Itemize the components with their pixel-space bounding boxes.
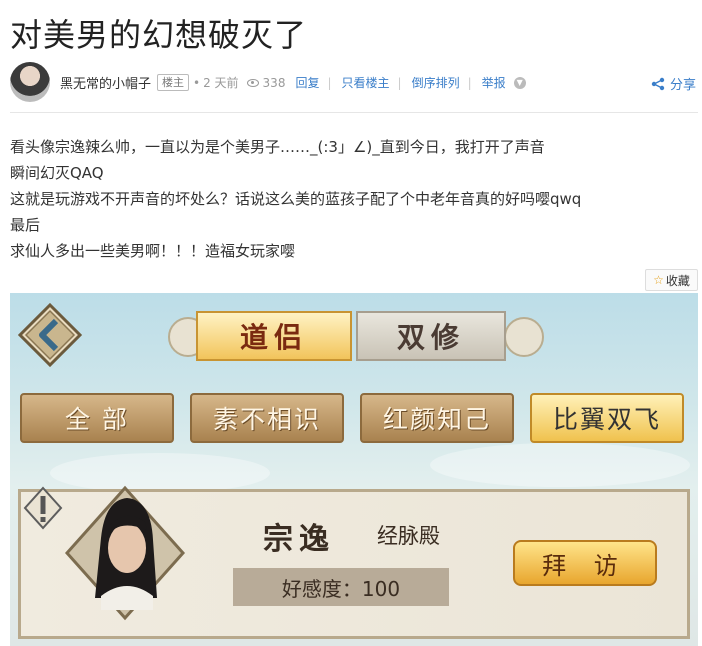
content-line: 最后 bbox=[10, 216, 41, 234]
reply-link[interactable]: 回复 bbox=[295, 74, 319, 91]
report-link[interactable]: 举报 bbox=[482, 74, 506, 91]
tab-wing-decoration bbox=[504, 317, 544, 357]
exclamation-icon[interactable] bbox=[23, 486, 63, 530]
character-card: 宗逸 经脉殿 好感度：100 拜 访 bbox=[18, 485, 690, 639]
filter-soulmates-button[interactable]: 比翼双飞 bbox=[530, 393, 684, 443]
filter-confidants-button[interactable]: 红颜知己 bbox=[360, 393, 514, 443]
character-sect: 经脉殿 bbox=[377, 524, 440, 548]
share-icon bbox=[651, 77, 665, 90]
game-screenshot: 道侣 双修 全 部 素不相识 红颜知己 比翼双飞 宗逸 经脉殿 好感度：100 … bbox=[10, 293, 698, 646]
favorite-button[interactable]: ☆ 收藏 bbox=[645, 269, 698, 291]
post-title: 对美男的幻想破灭了 bbox=[10, 16, 308, 54]
author-name[interactable]: 黑无常的小帽子 bbox=[60, 73, 151, 92]
content-line: 看头像宗逸辣么帅，一直以为是个美男子……_(:3」∠)_直到今日，我打开了声音 bbox=[10, 138, 545, 156]
avatar[interactable] bbox=[10, 62, 50, 102]
filter-strangers-button[interactable]: 素不相识 bbox=[190, 393, 344, 443]
tab-bar: 道侣 双修 bbox=[168, 311, 544, 367]
favor-value: 好感度：100 bbox=[233, 568, 449, 606]
filter-all-button[interactable]: 全 部 bbox=[20, 393, 174, 443]
post-content: 看头像宗逸辣么帅，一直以为是个美男子……_(:3」∠)_直到今日，我打开了声音 … bbox=[10, 134, 690, 264]
tab-daolv[interactable]: 道侣 bbox=[196, 311, 352, 361]
author-badge: 楼主 bbox=[157, 74, 190, 91]
back-arrow-icon[interactable] bbox=[18, 303, 82, 367]
meta-row: 黑无常的小帽子 楼主 • 2 天前 338 回复 | 只看楼主 | 倒序排列 |… bbox=[60, 73, 526, 92]
post-meta: 黑无常的小帽子 楼主 • 2 天前 338 回复 | 只看楼主 | 倒序排列 |… bbox=[10, 62, 698, 104]
eye-icon bbox=[246, 78, 259, 87]
post-time: 2 天前 bbox=[203, 76, 239, 90]
share-button[interactable]: 分享 bbox=[651, 74, 696, 93]
content-line: 这就是玩游戏不开声音的坏处么？话说这么美的蓝孩子配了个中老年音真的好吗嘤qwq bbox=[10, 190, 582, 208]
favorite-label: 收藏 bbox=[665, 273, 690, 288]
visit-button[interactable]: 拜 访 bbox=[513, 540, 657, 586]
view-count: 338 bbox=[262, 75, 286, 90]
chevron-down-icon[interactable]: ▼ bbox=[513, 76, 526, 89]
share-label: 分享 bbox=[669, 78, 696, 93]
reverse-order-link[interactable]: 倒序排列 bbox=[412, 74, 460, 91]
cloud-decoration bbox=[430, 443, 690, 487]
tab-shuangxiu[interactable]: 双修 bbox=[356, 311, 506, 361]
divider bbox=[10, 112, 698, 113]
star-icon: ☆ bbox=[653, 273, 664, 287]
separator: | bbox=[467, 75, 472, 90]
separator: | bbox=[327, 75, 332, 90]
only-op-link[interactable]: 只看楼主 bbox=[342, 74, 390, 91]
separator-dot: • bbox=[193, 75, 201, 90]
character-portrait[interactable] bbox=[61, 478, 189, 628]
content-line: 瞬间幻灭QAQ bbox=[10, 164, 104, 182]
content-line: 求仙人多出一些美男啊！！！造福女玩家嘤 bbox=[10, 242, 296, 260]
character-name: 宗逸 bbox=[263, 522, 335, 557]
separator: | bbox=[397, 75, 402, 90]
filter-bar: 全 部 素不相识 红颜知己 比翼双飞 bbox=[20, 393, 688, 445]
